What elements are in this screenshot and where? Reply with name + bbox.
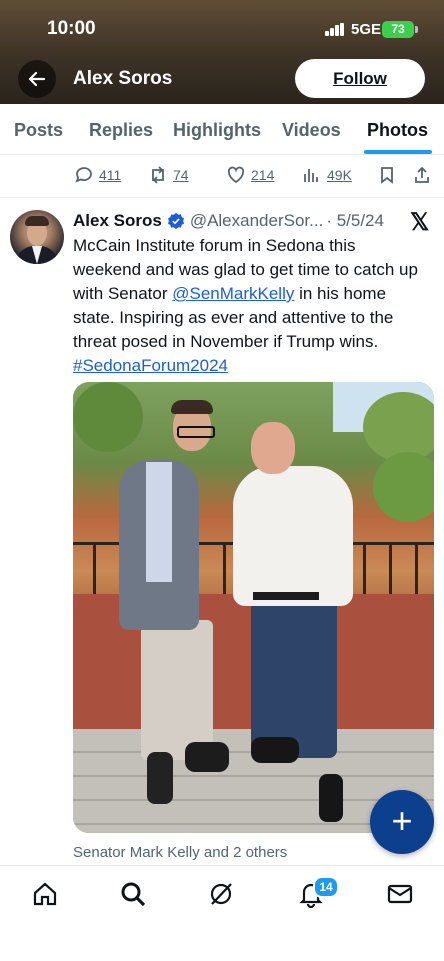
views-count: 49K: [327, 167, 352, 183]
home-icon[interactable]: [31, 880, 59, 908]
tweet-photo[interactable]: [73, 382, 434, 833]
tweet-header: Alex Soros @AlexanderSor... · 5/5/24: [73, 209, 398, 233]
reply-count: 411: [99, 167, 122, 183]
status-time: 10:00: [47, 18, 96, 39]
previous-post-actions: 411 74 214 49K: [0, 155, 444, 198]
compose-button[interactable]: +: [370, 790, 434, 854]
heart-icon: [227, 166, 245, 184]
bottom-navigation: 14: [0, 865, 444, 961]
x-logo-icon: 𝕏: [410, 209, 430, 236]
battery-tip: [415, 26, 418, 33]
tweet-date: · 5/5/24: [326, 211, 384, 230]
tab-highlights[interactable]: Highlights: [173, 120, 261, 141]
like-count: 214: [251, 167, 275, 183]
arrow-left-icon: [28, 71, 46, 87]
profile-header: 10:00 5GE 73 Alex Soros Follow: [0, 0, 444, 104]
tab-videos[interactable]: Videos: [282, 120, 341, 141]
page-title: Alex Soros: [73, 68, 173, 89]
network-label: 5GE: [351, 21, 382, 38]
author-name[interactable]: Alex Soros: [73, 211, 162, 231]
tab-photos[interactable]: Photos: [367, 120, 428, 141]
like-button[interactable]: 214: [226, 164, 274, 186]
search-icon[interactable]: [119, 880, 147, 908]
author-handle[interactable]: @AlexanderSor...: [190, 211, 324, 231]
photo-tags[interactable]: Senator Mark Kelly and 2 others: [73, 844, 287, 861]
repost-icon: [152, 166, 164, 184]
repost-button[interactable]: 74: [148, 164, 189, 186]
tab-posts[interactable]: Posts: [14, 120, 63, 141]
verified-badge-icon: [167, 212, 184, 230]
reply-icon: [75, 167, 92, 183]
battery-icon: 73: [382, 21, 414, 38]
mention-link[interactable]: @SenMarkKelly: [172, 284, 294, 303]
hashtag-link[interactable]: #SedonaForum2024: [73, 356, 228, 375]
share-icon: [415, 166, 429, 183]
signal-icon: [325, 23, 347, 36]
repost-count: 74: [173, 167, 189, 183]
avatar[interactable]: [10, 210, 64, 264]
mail-icon[interactable]: [386, 880, 414, 908]
bookmark-button[interactable]: [377, 164, 397, 186]
back-button[interactable]: [18, 60, 56, 98]
notifications-badge: 14: [313, 876, 339, 898]
follow-button[interactable]: Follow: [295, 59, 425, 98]
bookmark-icon: [381, 167, 393, 184]
grok-icon[interactable]: [207, 880, 235, 908]
share-button[interactable]: [412, 164, 432, 186]
profile-tabs: Posts Replies Highlights Videos Photos: [0, 104, 444, 155]
active-tab-indicator: [364, 150, 432, 154]
tab-replies[interactable]: Replies: [89, 120, 153, 141]
views-button[interactable]: 49K: [302, 164, 352, 186]
tweet-body: McCain Institute forum in Sedona this we…: [73, 234, 428, 378]
reply-button[interactable]: 411: [74, 164, 121, 186]
analytics-icon: [304, 169, 318, 182]
